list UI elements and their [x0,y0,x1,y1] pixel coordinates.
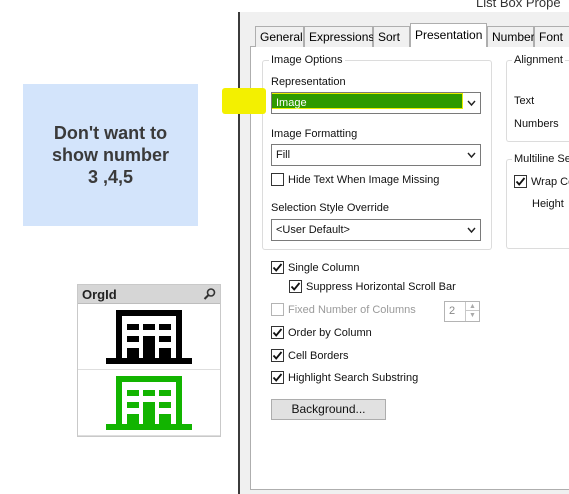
cell-borders-checkbox[interactable]: Cell Borders [271,349,349,362]
wrap-cell-checkbox[interactable]: Wrap Ce [514,175,569,188]
office-building-icon [106,376,192,430]
cell-borders-label: Cell Borders [288,349,349,362]
stepper-up-icon[interactable]: ▲ [466,302,479,311]
suppress-scroll-checkbox[interactable]: Suppress Horizontal Scroll Bar [289,280,456,293]
stepper-buttons[interactable]: ▲ ▼ [465,302,479,321]
hide-text-label: Hide Text When Image Missing [288,173,440,186]
yellow-marker [222,88,266,114]
image-formatting-dropdown[interactable]: Fill [271,144,481,166]
chevron-down-icon [467,100,476,107]
selection-style-label: Selection Style Override [271,202,389,214]
representation-value: Image [276,97,307,109]
checkmark-icon [272,373,283,382]
checkmark-icon [290,282,301,291]
highlight-search-label: Highlight Search Substring [288,371,419,384]
tab-sort[interactable]: Sort [373,26,410,47]
checkbox-box[interactable] [289,280,302,293]
fixed-columns-checkbox[interactable]: Fixed Number of Columns [271,303,416,316]
fixed-columns-value: 2 [449,305,456,317]
tab-expressions[interactable]: Expressions [304,26,374,47]
dialog-title: List Box Prope [476,0,561,10]
height-label: Height [532,198,564,210]
image-options-label: Image Options [269,54,345,66]
representation-dropdown[interactable]: Image [271,92,481,114]
order-by-column-checkbox[interactable]: Order by Column [271,326,372,339]
alignment-label: Alignment [512,54,565,66]
image-formatting-label: Image Formatting [271,128,358,140]
checkbox-box[interactable] [271,303,284,316]
list-item[interactable] [78,370,220,436]
annotation-note: Don't want to show number 3 ,4,5 [23,84,198,226]
listbox-caption-label: OrgId [82,287,117,302]
checkbox-box[interactable] [271,371,284,384]
list-item[interactable] [78,304,220,370]
office-building-icon [106,310,192,364]
fixed-columns-stepper[interactable]: 2 ▲ ▼ [444,301,480,322]
checkmark-icon [272,328,283,337]
selection-style-dropdown[interactable]: <User Default> [271,219,481,241]
background-button[interactable]: Background... [271,399,386,420]
alignment-numbers-label: Numbers [514,118,559,130]
checkmark-icon [515,177,526,186]
chevron-down-icon [467,152,476,159]
magnifier-icon[interactable] [203,287,217,301]
fixed-columns-label: Fixed Number of Columns [288,303,416,316]
stepper-down-icon[interactable]: ▼ [466,311,479,320]
suppress-scroll-label: Suppress Horizontal Scroll Bar [306,280,456,293]
alignment-text-label: Text [514,95,535,107]
order-by-column-label: Order by Column [288,326,372,339]
orgid-listbox[interactable]: OrgId [77,284,221,437]
highlight-search-checkbox[interactable]: Highlight Search Substring [271,371,418,384]
checkbox-box[interactable] [271,326,284,339]
dialog-titlebar: List Box Prope [238,0,569,12]
checkbox-box[interactable] [271,349,284,362]
checkbox-box[interactable] [271,261,284,274]
checkbox-box[interactable] [514,175,527,188]
tab-presentation[interactable]: Presentation [410,23,487,47]
multiline-label: Multiline Se [512,153,569,165]
image-formatting-value: Fill [276,149,291,161]
checkmark-icon [272,263,283,272]
selection-style-value: <User Default> [276,224,350,236]
representation-label: Representation [271,76,346,88]
tab-number[interactable]: Number [487,26,535,47]
single-column-label: Single Column [288,261,360,274]
checkbox-box[interactable] [271,173,284,186]
tab-general[interactable]: General [255,26,304,47]
single-column-checkbox[interactable]: Single Column [271,261,360,274]
checkmark-icon [272,351,283,360]
wrap-cell-label: Wrap Ce [531,175,569,188]
chevron-down-icon [467,227,476,234]
tab-font[interactable]: Font [534,26,569,47]
listbox-caption[interactable]: OrgId [78,285,220,304]
hide-text-checkbox[interactable]: Hide Text When Image Missing [271,173,439,186]
